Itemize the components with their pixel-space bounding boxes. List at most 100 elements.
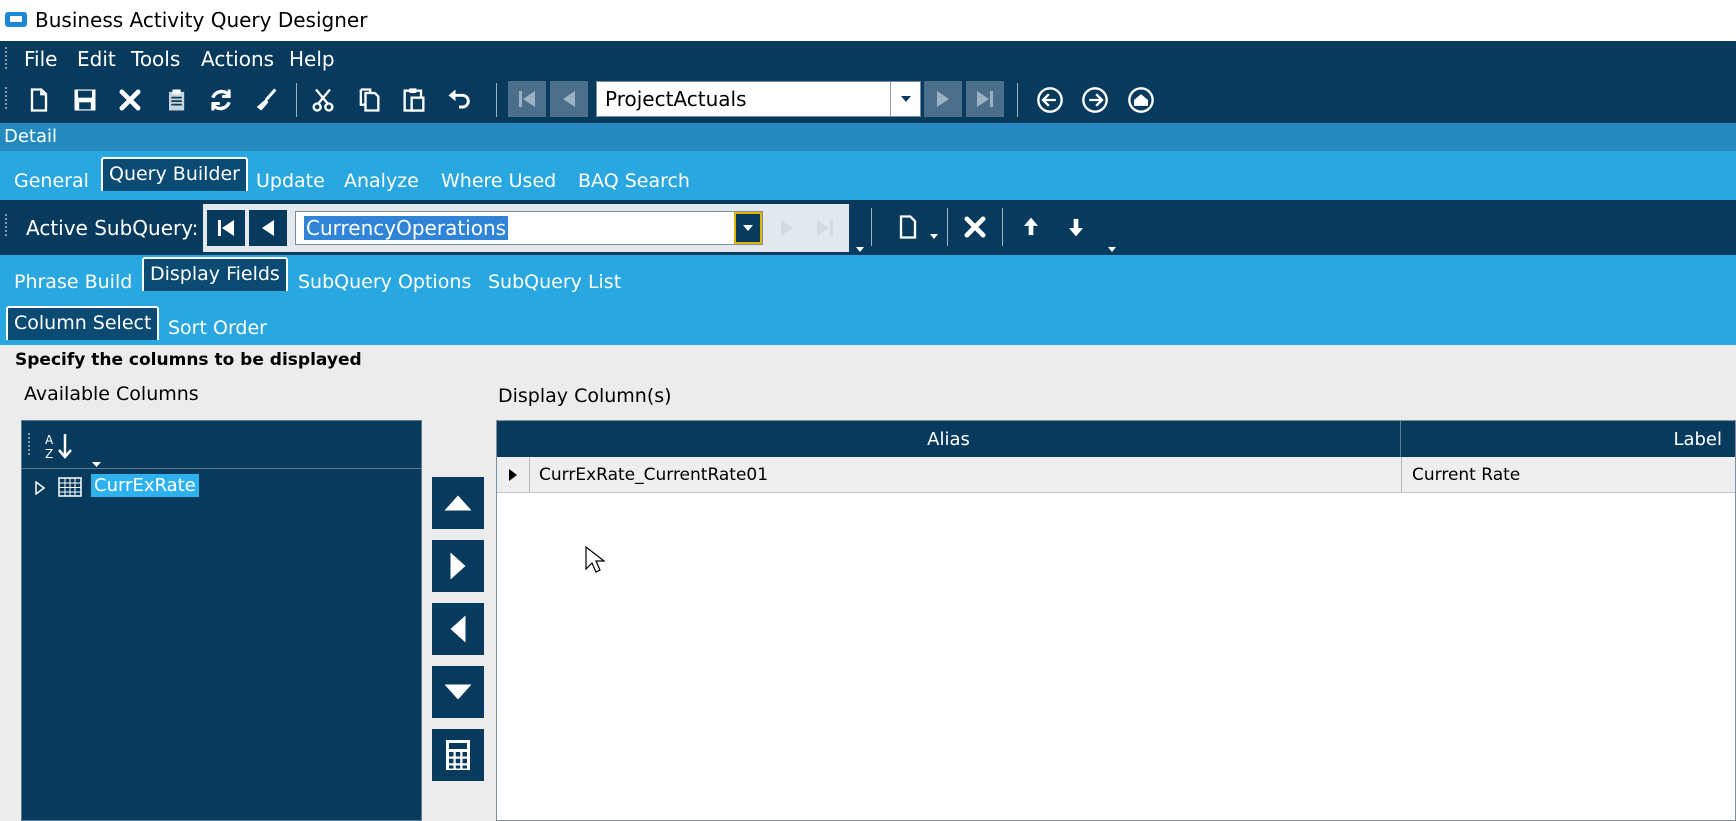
chevron-down-icon[interactable] <box>734 212 762 244</box>
panel-grip[interactable] <box>28 433 32 455</box>
undo-icon[interactable] <box>444 85 474 115</box>
copy-icon[interactable] <box>354 85 384 115</box>
back-icon[interactable] <box>1035 85 1065 115</box>
grid-header: Alias Label <box>497 421 1735 457</box>
tab-baq-search[interactable]: BAQ Search <box>578 170 690 192</box>
title-bar: Business Activity Query Designer <box>0 0 1736 41</box>
cut-icon[interactable] <box>308 85 338 115</box>
tab-analyze[interactable]: Analyze <box>344 170 419 192</box>
cell-alias[interactable]: CurrExRate_CurrentRate01 <box>539 457 1399 492</box>
sort-az-icon[interactable]: AZ <box>44 431 74 461</box>
refresh-icon[interactable] <box>206 85 236 115</box>
first-subquery-icon[interactable] <box>207 210 245 246</box>
tab-subquery-list[interactable]: SubQuery List <box>488 271 621 293</box>
detail-header: Detail <box>0 123 1736 151</box>
subquery-combo[interactable]: CurrencyOperations <box>295 211 763 245</box>
tab-general[interactable]: General <box>14 170 89 192</box>
chevron-down-icon[interactable] <box>890 82 920 116</box>
paste-icon[interactable] <box>399 85 429 115</box>
menu-edit[interactable]: Edit <box>77 47 116 71</box>
previous-record-icon[interactable] <box>550 81 588 117</box>
new-icon[interactable] <box>24 85 54 115</box>
tab-subquery-options[interactable]: SubQuery Options <box>298 271 471 293</box>
chevron-down-icon[interactable] <box>92 453 101 472</box>
available-columns-toolbar: AZ <box>22 421 421 469</box>
tab-where-used[interactable]: Where Used <box>441 170 556 192</box>
move-up-icon[interactable] <box>1016 212 1046 242</box>
display-columns-grid: Alias Label CurrExRate_CurrentRate01 Cur… <box>496 420 1736 821</box>
app-icon <box>5 12 27 27</box>
toolbar-separator <box>296 83 297 117</box>
main-toolbar: ProjectActuals <box>0 75 1736 123</box>
window-title: Business Activity Query Designer <box>35 8 368 32</box>
toolbar-separator <box>1017 83 1018 117</box>
home-icon[interactable] <box>1126 85 1156 115</box>
next-subquery-icon[interactable] <box>769 210 805 246</box>
menu-help[interactable]: Help <box>289 47 335 71</box>
subquery-tab-strip: Phrase Build Display Fields SubQuery Opt… <box>0 255 1736 302</box>
row-selector-icon[interactable] <box>497 457 530 492</box>
available-columns-panel: AZ CurrExRate <box>21 420 422 821</box>
subquery-grip[interactable] <box>5 214 9 236</box>
tab-sort-order[interactable]: Sort Order <box>168 317 267 339</box>
mouse-cursor-icon <box>585 545 606 580</box>
triangle-left-icon <box>450 615 466 643</box>
table-row[interactable]: CurrExRate_CurrentRate01 Current Rate <box>497 457 1735 493</box>
column-header-label[interactable]: Label <box>1402 421 1736 457</box>
column-header-alias[interactable]: Alias <box>497 421 1401 457</box>
menu-tools[interactable]: Tools <box>131 47 180 71</box>
add-column-button[interactable] <box>432 540 484 592</box>
available-columns-title: Available Columns <box>24 383 199 405</box>
tab-column-select[interactable]: Column Select <box>6 306 160 340</box>
triangle-down-icon <box>444 684 472 700</box>
save-icon[interactable] <box>70 85 100 115</box>
toolbar-separator <box>496 83 497 117</box>
previous-subquery-icon[interactable] <box>249 210 287 246</box>
detail-label: Detail <box>4 126 58 147</box>
tab-phrase-build[interactable]: Phrase Build <box>14 271 132 293</box>
forward-icon[interactable] <box>1080 85 1110 115</box>
move-up-button[interactable] <box>432 477 484 529</box>
menu-grip[interactable] <box>5 47 9 69</box>
display-columns-title: Display Column(s) <box>498 385 672 407</box>
first-record-icon[interactable] <box>508 81 546 117</box>
table-icon <box>58 477 82 497</box>
move-down-icon[interactable] <box>1061 212 1091 242</box>
cell-label[interactable]: Current Rate <box>1401 457 1736 492</box>
delete-subquery-icon[interactable] <box>960 212 990 242</box>
tree-node-label[interactable]: CurrExRate <box>91 474 199 497</box>
query-id-combo[interactable]: ProjectActuals <box>596 81 921 117</box>
last-subquery-icon[interactable] <box>807 210 843 246</box>
last-record-icon[interactable] <box>966 81 1004 117</box>
calculator-icon <box>446 740 470 770</box>
tab-query-builder[interactable]: Query Builder <box>101 157 248 191</box>
triangle-up-icon <box>444 495 472 511</box>
menu-actions[interactable]: Actions <box>201 47 274 71</box>
main-tab-strip: General Query Builder Update Analyze Whe… <box>0 151 1736 200</box>
tab-update[interactable]: Update <box>256 170 325 192</box>
app-window: Business Activity Query Designer File Ed… <box>0 0 1736 821</box>
toolbar-separator <box>871 208 872 246</box>
clear-icon[interactable] <box>251 85 281 115</box>
menu-file[interactable]: File <box>24 47 57 71</box>
chevron-down-icon[interactable] <box>930 225 938 244</box>
tab-display-fields[interactable]: Display Fields <box>142 257 288 291</box>
toolbar-separator <box>1002 208 1003 246</box>
next-record-icon[interactable] <box>924 81 962 117</box>
svg-text:A: A <box>45 433 54 447</box>
subquery-toolbar: Active SubQuery: CurrencyOperations <box>0 200 1736 255</box>
toolbar-separator <box>947 208 948 246</box>
triangle-right-icon <box>450 552 466 580</box>
display-fields-tab-strip: Column Select Sort Order <box>0 302 1736 345</box>
menu-bar: File Edit Tools Actions Help <box>0 41 1736 75</box>
clipboard-icon[interactable] <box>161 85 191 115</box>
remove-column-button[interactable] <box>432 603 484 655</box>
instruction-text: Specify the columns to be displayed <box>15 350 362 370</box>
calculated-field-button[interactable] <box>432 729 484 781</box>
expand-icon[interactable] <box>34 480 46 499</box>
new-subquery-icon[interactable] <box>893 212 923 242</box>
move-down-button[interactable] <box>432 666 484 718</box>
delete-icon[interactable] <box>115 85 145 115</box>
toolbar-grip[interactable] <box>5 87 9 109</box>
toolbar-overflow-icon[interactable] <box>856 238 864 252</box>
